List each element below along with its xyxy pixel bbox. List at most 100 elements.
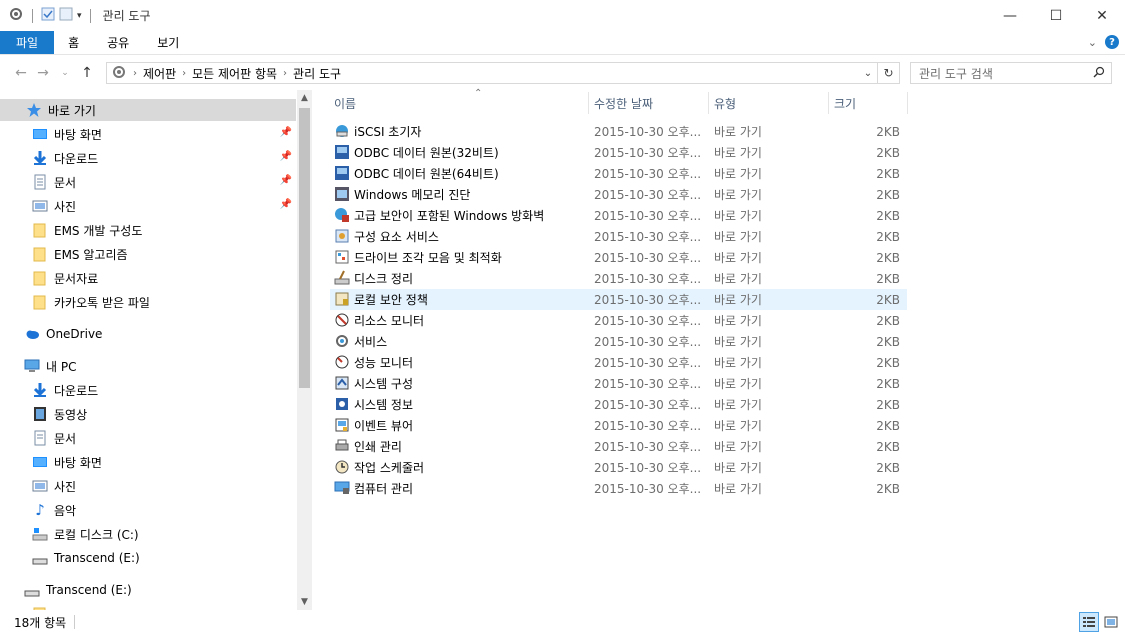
nav-pc-videos[interactable]: 동영상: [0, 403, 296, 425]
file-name: 시스템 구성: [354, 377, 414, 391]
breadcrumb-control-panel[interactable]: 제어판: [143, 65, 176, 82]
nav-pc-desktop[interactable]: 바탕 화면: [0, 451, 296, 473]
search-box[interactable]: 관리 도구 검색: [910, 62, 1112, 84]
file-row[interactable]: 고급 보안이 포함된 Windows 방화벽 2015-10-30 오후... 바로…: [330, 205, 907, 226]
column-header-size[interactable]: 크기: [834, 90, 906, 116]
pin-icon[interactable]: 📌: [280, 175, 292, 186]
recent-locations-button[interactable]: ⌄: [54, 62, 76, 84]
nav-onedrive[interactable]: OneDrive: [0, 323, 296, 345]
nav-item-pictures[interactable]: 사진 📌: [0, 195, 296, 217]
nav-pc-downloads[interactable]: 다운로드: [0, 379, 296, 401]
breadcrumb-admin-tools[interactable]: 관리 도구: [293, 65, 341, 82]
file-date: 2015-10-30 오후...: [594, 146, 702, 160]
file-type: 바로 가기: [714, 398, 762, 412]
properties-icon[interactable]: [41, 7, 55, 24]
file-row[interactable]: 성능 모니터 2015-10-30 오후... 바로 가기 2KB: [330, 352, 907, 373]
file-row[interactable]: 로컬 보안 정책 2015-10-30 오후... 바로 가기 2KB: [330, 289, 907, 310]
up-button[interactable]: ↑: [76, 62, 98, 84]
search-input[interactable]: 관리 도구 검색: [919, 65, 993, 82]
odbc-icon: [334, 144, 350, 160]
file-row[interactable]: 이벤트 뷰어 2015-10-30 오후... 바로 가기 2KB: [330, 415, 907, 436]
security-policy-icon: [334, 291, 350, 307]
new-folder-icon[interactable]: [59, 7, 73, 24]
scroll-up-icon[interactable]: ▲: [297, 90, 312, 106]
pin-icon[interactable]: 📌: [280, 151, 292, 162]
nav-scrollbar[interactable]: ▲ ▼: [297, 90, 312, 610]
file-date: 2015-10-30 오후...: [594, 356, 702, 370]
refresh-button[interactable]: ↻: [877, 63, 899, 83]
nav-this-pc[interactable]: 내 PC: [0, 355, 296, 377]
nav-item-folder[interactable]: 카카오톡 받은 파일: [0, 291, 296, 313]
nav-pc-pictures[interactable]: 사진: [0, 475, 296, 497]
sysinfo-icon: [334, 396, 350, 412]
nav-item-desktop[interactable]: 바탕 화면 📌: [0, 123, 296, 145]
file-row[interactable]: 시스템 구성 2015-10-30 오후... 바로 가기 2KB: [330, 373, 907, 394]
nav-this-pc-label: 내 PC: [46, 359, 77, 374]
back-button[interactable]: ←: [10, 62, 32, 84]
nav-item-folder[interactable]: 문서자료: [0, 267, 296, 289]
nav-item-folder[interactable]: [0, 603, 296, 610]
file-name: 구성 요소 서비스: [354, 230, 439, 244]
nav-item-label: 로컬 디스크 (C:): [54, 527, 139, 542]
file-row[interactable]: ODBC 데이터 원본(64비트) 2015-10-30 오후... 바로 가기 2K…: [330, 163, 907, 184]
file-row[interactable]: iSCSI 초기자 2015-10-30 오후... 바로 가기 2KB: [330, 121, 907, 142]
file-row[interactable]: 드라이브 조각 모음 및 최적화 2015-10-30 오후... 바로 가기 2KB: [330, 247, 907, 268]
nav-item-documents[interactable]: 문서 📌: [0, 171, 296, 193]
expand-ribbon-icon[interactable]: ⌄: [1088, 36, 1097, 49]
large-icons-view-button[interactable]: [1101, 612, 1121, 632]
customize-dropdown-icon[interactable]: ▾: [77, 11, 82, 21]
help-icon[interactable]: ?: [1105, 35, 1119, 49]
forward-button[interactable]: →: [32, 62, 54, 84]
nav-pc-local-disk[interactable]: 로컬 디스크 (C:): [0, 523, 296, 545]
item-count: 18개 항목: [14, 615, 67, 630]
nav-pc-documents[interactable]: 문서: [0, 427, 296, 449]
nav-item-downloads[interactable]: 다운로드 📌: [0, 147, 296, 169]
file-row[interactable]: Windows 메모리 진단 2015-10-30 오후... 바로 가기 2KB: [330, 184, 907, 205]
file-row[interactable]: 구성 요소 서비스 2015-10-30 오후... 바로 가기 2KB: [330, 226, 907, 247]
scroll-thumb[interactable]: [299, 108, 310, 388]
address-dropdown-icon[interactable]: ⌄: [861, 65, 875, 81]
nav-pc-music[interactable]: ♪ 음악: [0, 499, 296, 521]
nav-item-label: 사진: [54, 479, 77, 494]
file-name: iSCSI 초기자: [354, 125, 422, 139]
column-header-date[interactable]: 수정한 날짜: [594, 90, 708, 116]
pin-icon[interactable]: 📌: [280, 127, 292, 138]
file-row[interactable]: 인쇄 관리 2015-10-30 오후... 바로 가기 2KB: [330, 436, 907, 457]
file-type: 바로 가기: [714, 482, 762, 496]
nav-item-folder[interactable]: EMS 개발 구성도: [0, 219, 296, 241]
file-row[interactable]: 시스템 정보 2015-10-30 오후... 바로 가기 2KB: [330, 394, 907, 415]
column-header-type[interactable]: 유형: [714, 90, 828, 116]
column-header-name[interactable]: 이름 ⌃: [334, 88, 588, 116]
tab-share[interactable]: 공유: [93, 31, 143, 54]
tab-home[interactable]: 홈: [54, 31, 93, 54]
file-list: 이름 ⌃ 수정한 날짜 유형 크기 iSCSI 초기자 2015-10-30 오후…: [312, 88, 1125, 610]
file-type: 바로 가기: [714, 377, 762, 391]
minimize-button[interactable]: —: [987, 0, 1033, 31]
maximize-button[interactable]: ☐: [1033, 0, 1079, 31]
tab-file[interactable]: 파일: [0, 31, 55, 54]
nav-quick-access[interactable]: 바로 가기: [0, 99, 296, 121]
file-row[interactable]: 리소스 모니터 2015-10-30 오후... 바로 가기 2KB: [330, 310, 907, 331]
file-size: 2KB: [876, 229, 900, 244]
nav-drive-transcend[interactable]: Transcend (E:): [0, 579, 296, 601]
control-panel-icon: [8, 6, 24, 25]
nav-item-folder[interactable]: EMS 알고리즘: [0, 243, 296, 265]
file-row[interactable]: 서비스 2015-10-30 오후... 바로 가기 2KB: [330, 331, 907, 352]
file-type: 바로 가기: [714, 125, 762, 139]
close-button[interactable]: ✕: [1079, 0, 1125, 31]
firewall-icon: [334, 207, 350, 223]
details-view-button[interactable]: [1079, 612, 1099, 632]
tab-view[interactable]: 보기: [143, 31, 193, 54]
desktop-icon: [32, 126, 48, 142]
file-row[interactable]: 작업 스케줄러 2015-10-30 오후... 바로 가기 2KB: [330, 457, 907, 478]
file-row[interactable]: 컴퓨터 관리 2015-10-30 오후... 바로 가기 2KB: [330, 478, 907, 499]
breadcrumb-separator-icon: ›: [133, 67, 137, 79]
nav-pc-transcend[interactable]: Transcend (E:): [0, 547, 296, 569]
file-type: 바로 가기: [714, 188, 762, 202]
scroll-down-icon[interactable]: ▼: [297, 594, 312, 610]
file-row[interactable]: ODBC 데이터 원본(32비트) 2015-10-30 오후... 바로 가기 2K…: [330, 142, 907, 163]
file-row[interactable]: 디스크 정리 2015-10-30 오후... 바로 가기 2KB: [330, 268, 907, 289]
address-bar[interactable]: › 제어판 › 모든 제어판 항목 › 관리 도구 ⌄ ↻: [106, 62, 900, 84]
breadcrumb-all-items[interactable]: 모든 제어판 항목: [192, 65, 277, 82]
pin-icon[interactable]: 📌: [280, 199, 292, 210]
